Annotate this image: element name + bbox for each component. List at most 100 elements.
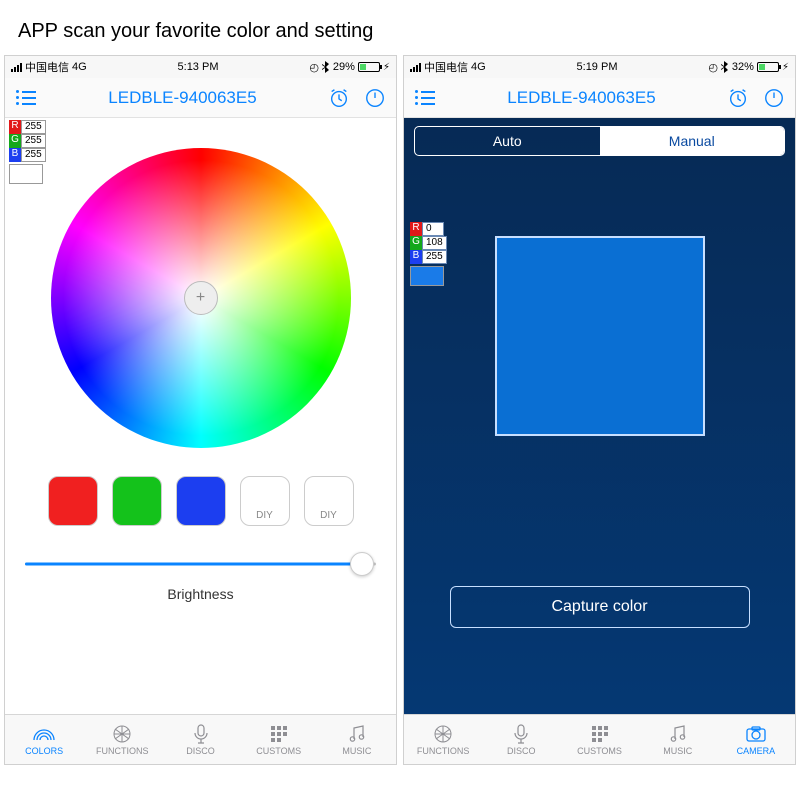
- alarm-status-icon: ◴: [309, 61, 319, 74]
- device-title: LEDBLE-940063E5: [507, 88, 655, 108]
- rgb-swatch: [9, 164, 43, 184]
- capture-color-button[interactable]: Capture color: [450, 586, 750, 628]
- status-bar: 中国电信 4G 5:13 PM ◴ 29% ⚡︎: [5, 56, 396, 78]
- rgb-g-label: G: [410, 236, 422, 250]
- network-text: 4G: [72, 61, 87, 73]
- rainbow-icon: [33, 724, 55, 744]
- rgb-r-label: R: [410, 222, 422, 236]
- device-title: LEDBLE-940063E5: [108, 88, 256, 108]
- status-time: 5:19 PM: [577, 61, 618, 73]
- rgb-readout: R255 G255 B255: [9, 120, 46, 184]
- battery-icon: [757, 62, 779, 72]
- phone-left: 中国电信 4G 5:13 PM ◴ 29% ⚡︎ LEDBLE-940063E5: [4, 55, 397, 765]
- tab-music[interactable]: MUSIC: [318, 715, 396, 764]
- tab-disco[interactable]: DISCO: [482, 715, 560, 764]
- app-header: LEDBLE-940063E5: [404, 78, 795, 118]
- tab-label: FUNCTIONS: [417, 746, 470, 756]
- rgb-b-label: B: [410, 250, 422, 264]
- preset-green[interactable]: [112, 476, 162, 526]
- tab-bar: COLORS FUNCTIONS DISCO CUSTOMS MUSIC: [5, 714, 396, 764]
- slider-knob: [350, 552, 374, 576]
- tab-disco[interactable]: DISCO: [161, 715, 239, 764]
- preset-diy-2[interactable]: DIY: [304, 476, 354, 526]
- tab-label: COLORS: [25, 746, 63, 756]
- power-button[interactable]: [761, 85, 787, 111]
- charging-icon: ⚡︎: [383, 62, 390, 73]
- music-icon: [667, 724, 689, 744]
- rgb-b-value: 255: [21, 148, 46, 162]
- wheel-center-button[interactable]: +: [184, 281, 218, 315]
- tab-label: MUSIC: [342, 746, 371, 756]
- rgb-g-value: 255: [21, 134, 46, 148]
- mic-icon: [510, 724, 532, 744]
- tab-label: DISCO: [186, 746, 215, 756]
- app-header: LEDBLE-940063E5: [5, 78, 396, 118]
- rgb-r-value: 0: [422, 222, 444, 236]
- segmented-control: Auto Manual: [414, 126, 785, 156]
- functions-icon: [432, 724, 454, 744]
- tab-customs[interactable]: CUSTOMS: [240, 715, 318, 764]
- power-button[interactable]: [362, 85, 388, 111]
- tab-bar: FUNCTIONS DISCO CUSTOMS MUSIC CAMERA: [404, 714, 795, 764]
- tab-label: CAMERA: [737, 746, 776, 756]
- segment-manual[interactable]: Manual: [600, 127, 785, 155]
- color-wheel[interactable]: +: [51, 148, 351, 448]
- tab-label: FUNCTIONS: [96, 746, 149, 756]
- rgb-readout: R0 G108 B255: [410, 222, 447, 286]
- preset-row: DIY DIY: [48, 476, 354, 526]
- timer-button[interactable]: [725, 85, 751, 111]
- tab-label: DISCO: [507, 746, 536, 756]
- tab-colors[interactable]: COLORS: [5, 715, 83, 764]
- battery-pct: 29%: [333, 61, 355, 73]
- status-bar: 中国电信 4G 5:19 PM ◴ 32% ⚡︎: [404, 56, 795, 78]
- camera-view: Auto Manual R0 G108 B255 Capture color: [404, 118, 795, 714]
- menu-button[interactable]: [13, 85, 39, 111]
- screenshots-row: 中国电信 4G 5:13 PM ◴ 29% ⚡︎ LEDBLE-940063E5: [0, 55, 800, 765]
- tab-label: CUSTOMS: [256, 746, 301, 756]
- alarm-status-icon: ◴: [708, 61, 718, 74]
- rgb-r-label: R: [9, 120, 21, 134]
- page-title: APP scan your favorite color and setting: [0, 0, 800, 55]
- rgb-g-label: G: [9, 134, 21, 148]
- rgb-b-value: 255: [422, 250, 447, 264]
- preset-diy-1[interactable]: DIY: [240, 476, 290, 526]
- rgb-b-label: B: [9, 148, 21, 162]
- tab-music[interactable]: MUSIC: [639, 715, 717, 764]
- music-icon: [346, 724, 368, 744]
- tab-label: MUSIC: [663, 746, 692, 756]
- signal-icon: [410, 63, 421, 72]
- battery-fill: [360, 64, 366, 70]
- rgb-swatch: [410, 266, 444, 286]
- battery-fill: [759, 64, 765, 70]
- capture-frame[interactable]: [495, 236, 705, 436]
- grid-icon: [589, 724, 611, 744]
- rgb-g-value: 108: [422, 236, 447, 250]
- bluetooth-icon: [721, 61, 729, 73]
- tab-functions[interactable]: FUNCTIONS: [83, 715, 161, 764]
- battery-icon: [358, 62, 380, 72]
- menu-button[interactable]: [412, 85, 438, 111]
- status-time: 5:13 PM: [178, 61, 219, 73]
- mic-icon: [190, 724, 212, 744]
- tab-label: CUSTOMS: [577, 746, 622, 756]
- battery-pct: 32%: [732, 61, 754, 73]
- brightness-label: Brightness: [167, 586, 233, 602]
- slider-fill: [25, 563, 363, 566]
- carrier-text: 中国电信: [424, 59, 468, 75]
- network-text: 4G: [471, 61, 486, 73]
- camera-icon: [745, 724, 767, 744]
- phone-right: 中国电信 4G 5:19 PM ◴ 32% ⚡︎ LEDBLE-940063E5: [403, 55, 796, 765]
- charging-icon: ⚡︎: [782, 62, 789, 73]
- preset-red[interactable]: [48, 476, 98, 526]
- segment-auto[interactable]: Auto: [415, 127, 600, 155]
- tab-functions[interactable]: FUNCTIONS: [404, 715, 482, 764]
- preset-blue[interactable]: [176, 476, 226, 526]
- main-content: + DIY DIY Brightness: [5, 118, 396, 714]
- grid-icon: [268, 724, 290, 744]
- tab-customs[interactable]: CUSTOMS: [560, 715, 638, 764]
- signal-icon: [11, 63, 22, 72]
- functions-icon: [111, 724, 133, 744]
- timer-button[interactable]: [326, 85, 352, 111]
- tab-camera[interactable]: CAMERA: [717, 715, 795, 764]
- brightness-slider[interactable]: [25, 552, 377, 576]
